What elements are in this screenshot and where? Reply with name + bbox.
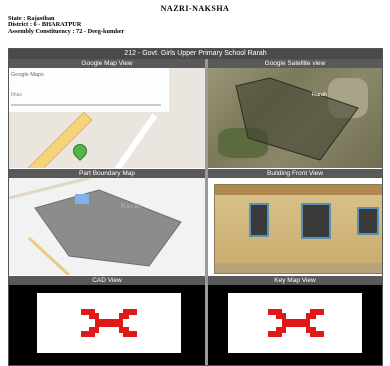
map-search-overlay: Google Maps Ithas bbox=[9, 68, 169, 112]
cad-canvas bbox=[37, 293, 181, 353]
school-symbol-icon bbox=[81, 309, 137, 337]
boundary-polygon bbox=[235, 77, 359, 161]
document-title: NAZRI-NAKSHA bbox=[160, 4, 230, 13]
school-name-bar: 212 - Govt. Girls Upper Primary School R… bbox=[9, 49, 382, 59]
cad-header: CAD View bbox=[9, 276, 205, 285]
satellite-header: Google Satellite view bbox=[208, 59, 382, 68]
satellite-place-label: Rarah bbox=[312, 92, 327, 98]
boundary-shape bbox=[9, 178, 182, 275]
overlay-bar bbox=[11, 104, 161, 106]
satellite-panel[interactable]: Rarah bbox=[208, 68, 382, 168]
school-symbol-icon bbox=[268, 309, 324, 337]
boundary-map-panel[interactable]: Rarah bbox=[9, 178, 205, 275]
building-photo bbox=[214, 184, 382, 274]
boundary-place-label: Rarah bbox=[121, 204, 143, 210]
key-map-header: Key Map View bbox=[208, 276, 382, 285]
location-pin-icon[interactable] bbox=[70, 141, 90, 161]
door bbox=[249, 203, 269, 237]
boundary-header: Part Boundary Map bbox=[9, 169, 205, 178]
maps-overlay-title: Google Maps bbox=[11, 72, 44, 78]
key-map-canvas bbox=[228, 293, 362, 353]
window bbox=[357, 207, 379, 235]
map-sheet: 212 - Govt. Girls Upper Primary School R… bbox=[8, 48, 383, 366]
location-info: State : Rajasthan District : 6 - BHARATP… bbox=[8, 15, 125, 35]
map-road bbox=[106, 113, 158, 168]
roof-edge bbox=[215, 185, 382, 195]
column-divider bbox=[205, 59, 208, 365]
maps-overlay-subtitle: Ithas bbox=[11, 92, 22, 98]
door bbox=[301, 203, 331, 239]
cad-panel[interactable] bbox=[9, 285, 205, 365]
key-map-panel[interactable] bbox=[208, 285, 382, 365]
building-header: Building Front View bbox=[208, 169, 382, 178]
google-map-panel[interactable]: Google Maps Ithas bbox=[9, 68, 205, 168]
ground bbox=[215, 263, 382, 273]
building-panel[interactable] bbox=[208, 178, 382, 275]
constituency-line: Assembly Constituency : 72 - Deeg-kumher bbox=[8, 27, 125, 35]
google-map-header: Google Map View bbox=[9, 59, 205, 68]
